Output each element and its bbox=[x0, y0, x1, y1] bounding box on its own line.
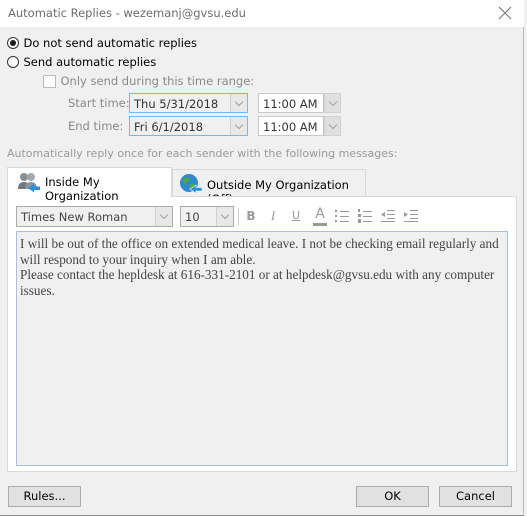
end-date-select[interactable]: Fri 6/1/2018 bbox=[129, 116, 248, 136]
chevron-down-icon[interactable] bbox=[324, 93, 341, 113]
rules-button[interactable]: Rules... bbox=[8, 486, 81, 507]
font-color-button[interactable]: A bbox=[311, 206, 329, 226]
globe-icon bbox=[178, 172, 204, 199]
radio-do-not-send-indicator[interactable] bbox=[7, 37, 19, 49]
font-color-glyph: A bbox=[315, 206, 325, 222]
decrease-indent-icon[interactable] bbox=[379, 206, 397, 226]
chevron-down-icon[interactable] bbox=[230, 117, 247, 135]
bullets-icon[interactable] bbox=[333, 206, 351, 226]
start-time-value: 11:00 AM bbox=[263, 97, 318, 111]
end-time-select[interactable]: 11:00 AM bbox=[258, 116, 324, 136]
tab-outside-organization[interactable]: Outside My Organization (Off) bbox=[172, 169, 366, 206]
message-line-1: I will be out of the office on extended … bbox=[20, 236, 499, 267]
start-date-select[interactable]: Thu 5/31/2018 bbox=[129, 93, 248, 113]
end-time-value: 11:00 AM bbox=[263, 120, 318, 134]
end-time-label: End time: bbox=[68, 119, 124, 133]
radio-do-not-send-label: Do not send automatic replies bbox=[23, 36, 197, 50]
radio-send[interactable]: Send automatic replies bbox=[7, 55, 156, 69]
tab-inside-organization[interactable]: Inside My Organization bbox=[7, 167, 172, 203]
time-range-checkbox[interactable]: Only send during this time range: bbox=[43, 74, 254, 88]
font-size-select[interactable]: 10 bbox=[180, 206, 234, 227]
font-size-value: 10 bbox=[185, 210, 200, 224]
end-date-value: Fri 6/1/2018 bbox=[134, 120, 204, 134]
time-range-checkbox-box[interactable] bbox=[43, 74, 56, 88]
start-time-select[interactable]: 11:00 AM bbox=[258, 93, 324, 113]
chevron-down-icon[interactable] bbox=[216, 207, 233, 226]
automatic-replies-dialog: Automatic Replies - wezemanj@gvsu.edu Do… bbox=[0, 0, 524, 516]
close-icon[interactable] bbox=[496, 4, 514, 22]
start-date-value: Thu 5/31/2018 bbox=[134, 97, 219, 111]
chevron-down-icon[interactable] bbox=[155, 207, 172, 226]
title-bar: Automatic Replies - wezemanj@gvsu.edu bbox=[0, 0, 524, 27]
bold-button[interactable]: B bbox=[242, 206, 260, 226]
underline-button[interactable]: U bbox=[287, 206, 305, 226]
radio-do-not-send[interactable]: Do not send automatic replies bbox=[7, 36, 197, 50]
cancel-button[interactable]: Cancel bbox=[439, 486, 512, 507]
ok-button[interactable]: OK bbox=[356, 486, 429, 507]
font-color-swatch bbox=[313, 223, 327, 226]
toolbar-divider bbox=[238, 208, 239, 225]
message-line-2: Please contact the hepldesk at 616-331-2… bbox=[20, 267, 495, 298]
message-editor[interactable]: I will be out of the office on extended … bbox=[16, 231, 508, 466]
formatting-toolbar: B I U A bbox=[242, 206, 422, 226]
increase-indent-icon[interactable] bbox=[402, 206, 420, 226]
font-value: Times New Roman bbox=[21, 210, 128, 224]
italic-button[interactable]: I bbox=[264, 206, 282, 226]
start-time-label: Start time: bbox=[68, 96, 130, 110]
chevron-down-icon[interactable] bbox=[230, 94, 247, 112]
font-select[interactable]: Times New Roman bbox=[16, 206, 173, 227]
instruction-text: Automatically reply once for each sender… bbox=[7, 147, 398, 160]
radio-send-indicator[interactable] bbox=[7, 56, 19, 68]
chevron-down-icon[interactable] bbox=[324, 116, 341, 136]
numbering-icon[interactable] bbox=[356, 206, 374, 226]
radio-send-label: Send automatic replies bbox=[23, 55, 157, 69]
people-icon bbox=[16, 171, 42, 198]
window-title: Automatic Replies - wezemanj@gvsu.edu bbox=[8, 6, 246, 20]
time-range-checkbox-label: Only send during this time range: bbox=[60, 74, 255, 88]
tab-inside-organization-label: Inside My Organization bbox=[45, 175, 119, 203]
